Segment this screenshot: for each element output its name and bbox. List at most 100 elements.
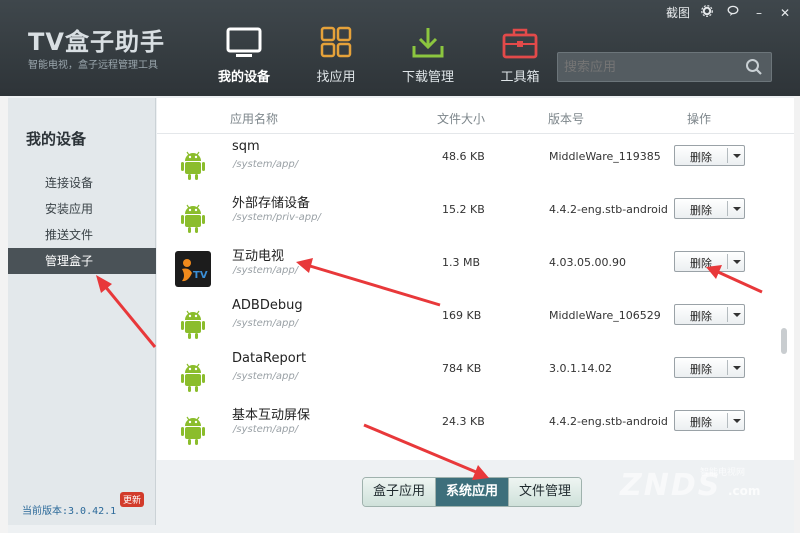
chevron-down-icon[interactable] — [733, 207, 741, 211]
app-path: /system/app/ — [233, 265, 299, 276]
app-size: 1.3 MB — [442, 256, 481, 269]
background-window-edge — [794, 96, 800, 533]
nav-toolbox[interactable]: 工具箱 — [476, 26, 564, 92]
delete-button[interactable]: 删除 — [674, 357, 745, 378]
chevron-down-icon[interactable] — [733, 366, 741, 370]
app-size: 48.6 KB — [442, 150, 485, 163]
android-icon — [177, 412, 209, 446]
app-path: /system/app/ — [233, 371, 299, 382]
app-category-tabs: 盒子应用 系统应用 文件管理 — [362, 477, 583, 507]
app-size: 169 KB — [442, 309, 482, 322]
nav-label: 下载管理 — [401, 70, 454, 85]
download-icon — [409, 26, 447, 60]
delete-button[interactable]: 删除 — [674, 251, 745, 272]
search-input[interactable] — [558, 53, 738, 81]
table-row: sqm /system/app/ 48.6 KB MiddleWare_1193… — [157, 137, 777, 190]
delete-button[interactable]: 删除 — [674, 304, 745, 325]
app-version: MiddleWare_106529 — [549, 309, 661, 322]
app-version: 3.0.1.14.02 — [549, 362, 612, 375]
android-icon — [177, 200, 209, 234]
chevron-down-icon[interactable] — [733, 419, 741, 423]
feedback-icon[interactable] — [724, 5, 742, 20]
chevron-down-icon[interactable] — [733, 260, 741, 264]
tab-file-manager[interactable]: 文件管理 — [509, 478, 582, 506]
sidebar-item-push-file[interactable]: 推送文件 — [8, 222, 156, 248]
sidebar-item-connect-device[interactable]: 连接设备 — [8, 170, 156, 196]
delete-label: 删除 — [690, 257, 712, 270]
watermark-suffix: .com — [728, 484, 761, 498]
gear-icon[interactable] — [698, 5, 716, 20]
table-row: 基本互动屏保 /system/app/ 24.3 KB 4.4.2-eng.st… — [157, 402, 777, 455]
table-row: TV 互动电视 /system/app/ 1.3 MB 4.03.05.00.9… — [157, 243, 777, 296]
update-badge[interactable]: 更新 — [120, 492, 145, 507]
delete-label: 删除 — [690, 151, 712, 164]
header-name: 应用名称 — [230, 112, 279, 126]
monitor-icon — [225, 26, 263, 60]
delete-label: 删除 — [690, 363, 712, 376]
nav-label: 工具箱 — [500, 70, 540, 85]
search-box — [557, 52, 772, 82]
header-action: 操作 — [687, 112, 712, 126]
screenshot-button[interactable]: 截图 — [666, 4, 690, 21]
app-version: MiddleWare_119385 — [549, 150, 661, 163]
sidebar-item-manage-box[interactable]: 管理盒子 — [8, 248, 156, 274]
app-size: 24.3 KB — [442, 415, 485, 428]
itv-logo-icon: TV — [175, 251, 211, 287]
nav-downloads[interactable]: 下载管理 — [384, 26, 472, 92]
chevron-down-icon[interactable] — [733, 313, 741, 317]
tab-system-apps[interactable]: 系统应用 — [436, 478, 510, 506]
tab-box-apps[interactable]: 盒子应用 — [363, 478, 437, 506]
app-name: 互动电视 — [232, 249, 285, 264]
close-button[interactable]: ✕ — [776, 6, 794, 20]
chevron-down-icon[interactable] — [733, 154, 741, 158]
svg-text:TV: TV — [193, 270, 208, 281]
delete-button[interactable]: 删除 — [674, 198, 745, 219]
app-name: 外部存储设备 — [232, 196, 311, 211]
app-version: 4.4.2-eng.stb-android — [549, 203, 668, 216]
nav-label: 找应用 — [316, 70, 356, 85]
delete-label: 删除 — [690, 416, 712, 429]
app-size: 15.2 KB — [442, 203, 485, 216]
window-controls: 截图 – ✕ — [666, 4, 794, 21]
minimize-button[interactable]: – — [750, 6, 768, 20]
sidebar: 我的设备 连接设备 安装应用 推送文件 管理盒子 当前版本:3.0.42.1 更… — [8, 98, 156, 525]
table-header: 应用名称 文件大小 版本号 操作 — [157, 98, 794, 134]
app-name: sqm — [232, 139, 260, 154]
table-row: DataReport /system/app/ 784 KB 3.0.1.14.… — [157, 349, 777, 402]
search-icon[interactable] — [745, 58, 763, 80]
app-name: ADBDebug — [232, 298, 303, 313]
background-window-strip — [0, 96, 8, 533]
apps-grid-icon — [317, 26, 355, 60]
version-label: 当前版本:3.0.42.1 — [22, 506, 117, 517]
sidebar-item-install-app[interactable]: 安装应用 — [8, 196, 156, 222]
scrollbar[interactable] — [781, 138, 787, 456]
app-size: 784 KB — [442, 362, 482, 375]
table-row: ADBDebug /system/app/ 169 KB MiddleWare_… — [157, 296, 777, 349]
app-path: /system/app/ — [233, 159, 299, 170]
header-version: 版本号 — [548, 112, 585, 126]
delete-label: 删除 — [690, 204, 712, 217]
toolbox-icon — [501, 26, 539, 60]
scrollbar-thumb[interactable] — [781, 328, 787, 354]
app-path: /system/priv-app/ — [233, 212, 321, 223]
delete-button[interactable]: 删除 — [674, 410, 745, 431]
app-logo: TV盒子助手 — [28, 28, 165, 56]
header-size: 文件大小 — [437, 112, 486, 126]
delete-label: 删除 — [690, 310, 712, 323]
app-tagline: 智能电视，盒子远程管理工具 — [28, 60, 158, 71]
table-row: 外部存储设备 /system/priv-app/ 15.2 KB 4.4.2-e… — [157, 190, 777, 243]
app-path: /system/app/ — [233, 318, 299, 329]
app-list-panel: 应用名称 文件大小 版本号 操作 sqm /system/app/ 48.6 K… — [157, 98, 794, 460]
watermark-subtitle: 智能电视网 — [700, 468, 746, 478]
sidebar-title: 我的设备 — [26, 130, 87, 148]
app-version: 4.03.05.00.90 — [549, 256, 626, 269]
nav-label: 我的设备 — [217, 70, 270, 85]
nav-find-apps[interactable]: 找应用 — [292, 26, 380, 92]
nav-my-devices[interactable]: 我的设备 — [200, 26, 288, 92]
delete-button[interactable]: 删除 — [674, 145, 745, 166]
title-bar: TV盒子助手 智能电视，盒子远程管理工具 截图 – ✕ 我的设备 找应用 下载管… — [0, 0, 800, 96]
app-name: DataReport — [232, 351, 307, 366]
app-name: 基本互动屏保 — [232, 408, 311, 423]
android-icon — [177, 359, 209, 393]
android-icon — [177, 147, 209, 181]
